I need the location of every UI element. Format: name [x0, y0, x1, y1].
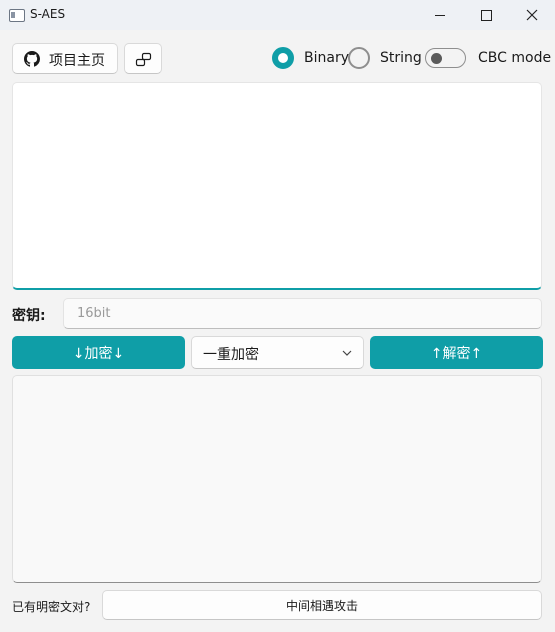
- encryption-mode-value: 一重加密: [203, 347, 259, 363]
- known-pair-label: 已有明密文对?: [12, 600, 91, 614]
- meet-in-the-middle-attack-button[interactable]: 中间相遇攻击: [102, 590, 542, 620]
- minimize-icon: [435, 14, 445, 16]
- decrypt-button[interactable]: ↑解密↑: [370, 336, 543, 369]
- project-home-label: 项目主页: [49, 53, 105, 69]
- link-button[interactable]: [124, 43, 162, 74]
- encryption-mode-select[interactable]: 一重加密: [191, 336, 364, 369]
- chevron-down-icon: [342, 350, 352, 356]
- project-home-button[interactable]: 项目主页: [12, 43, 118, 74]
- encrypt-button[interactable]: ↓加密↓: [12, 336, 185, 369]
- output-text-area[interactable]: [12, 375, 542, 583]
- github-icon: [24, 51, 40, 67]
- title-bar: S-AES: [0, 0, 555, 30]
- string-radio-label[interactable]: String: [380, 50, 422, 66]
- key-label: 密钥:: [12, 308, 46, 324]
- key-input[interactable]: 16bit: [63, 298, 542, 329]
- cbc-mode-toggle[interactable]: [425, 48, 466, 68]
- app-icon: [9, 9, 25, 22]
- window-title: S-AES: [30, 7, 66, 21]
- key-placeholder: 16bit: [77, 306, 111, 321]
- binary-radio-label[interactable]: Binary: [304, 50, 349, 66]
- link-icon: [135, 52, 152, 67]
- app-window: S-AES 项目主页 Binary String CBC mode 密钥: 16…: [0, 0, 555, 632]
- maximize-icon: [480, 9, 492, 21]
- maximize-button[interactable]: [463, 0, 509, 30]
- input-text-area[interactable]: [12, 82, 542, 290]
- close-button[interactable]: [509, 0, 555, 30]
- toggle-knob: [431, 53, 442, 64]
- cbc-mode-label[interactable]: CBC mode: [478, 50, 551, 66]
- string-radio[interactable]: [348, 47, 370, 69]
- binary-radio[interactable]: [272, 47, 294, 69]
- close-icon: [526, 9, 538, 21]
- minimize-button[interactable]: [417, 0, 463, 30]
